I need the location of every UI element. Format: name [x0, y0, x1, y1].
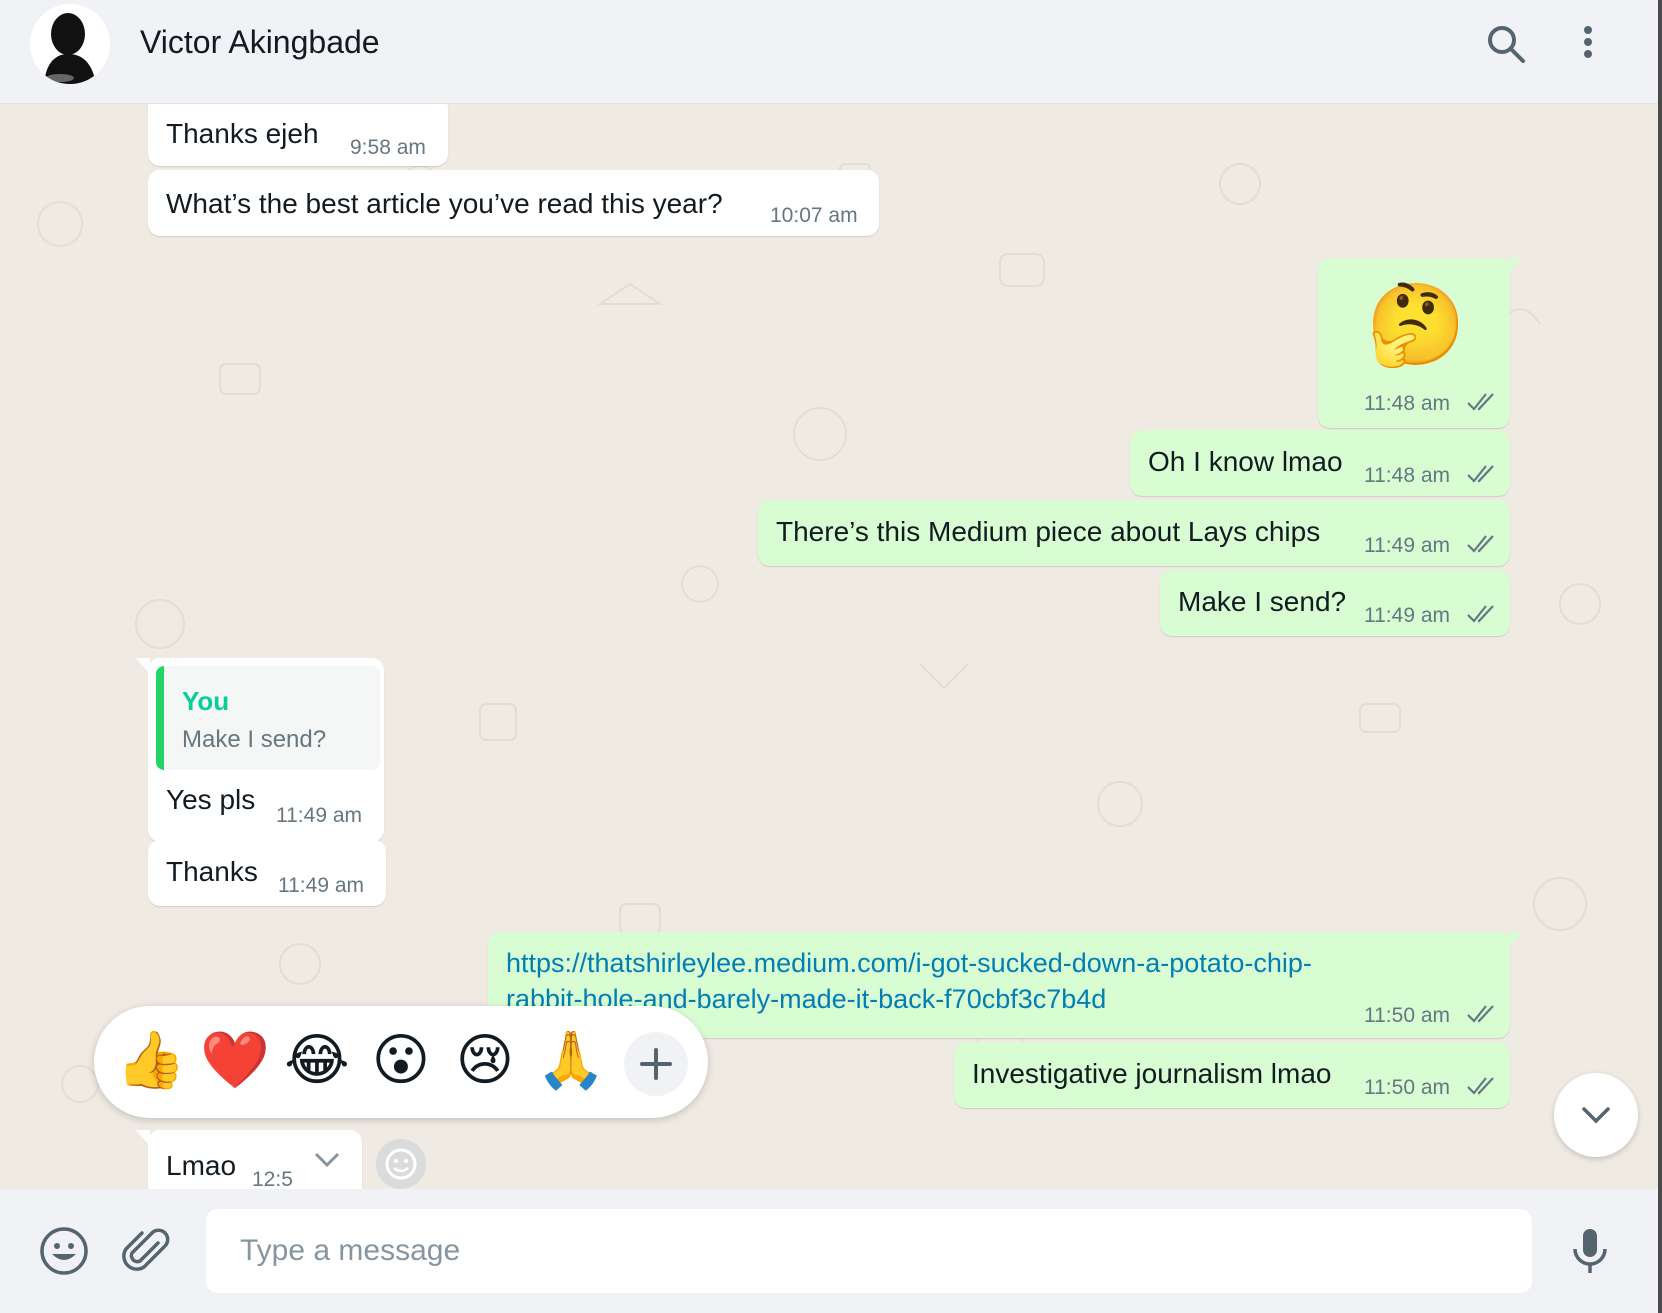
bubble-tail — [1508, 258, 1522, 274]
message-input[interactable] — [206, 1209, 1532, 1293]
outgoing-message[interactable]: Make I send? 11:49 am — [1160, 570, 1510, 636]
contact-name[interactable]: Victor Akingbade — [140, 24, 380, 61]
message-composer — [0, 1189, 1658, 1313]
reaction-cry[interactable]: 😢 — [452, 1028, 518, 1094]
reaction-surprised[interactable]: 😮 — [368, 1028, 434, 1094]
message-text: What’s the best article you’ve read this… — [166, 188, 723, 219]
chevron-down-icon[interactable] — [312, 1148, 342, 1172]
more-reactions-button[interactable] — [624, 1032, 688, 1096]
message-time: 11:49 am — [1364, 604, 1450, 627]
message-time: 11:49 am — [276, 804, 362, 827]
message-link[interactable]: https://thatshirleylee.medium.com/i-got-… — [506, 948, 1312, 979]
read-ticks-icon — [1467, 605, 1494, 623]
add-reaction-button[interactable] — [376, 1139, 426, 1189]
reaction-pray[interactable]: 🙏 — [536, 1028, 606, 1094]
read-ticks-icon — [1467, 1005, 1494, 1023]
message-text: Make I send? — [1178, 586, 1347, 617]
bubble-tail — [1508, 932, 1522, 948]
outgoing-message[interactable]: There’s this Medium piece about Lays chi… — [758, 500, 1510, 566]
bubble-tail — [136, 1130, 150, 1146]
message-time: 10:07 am — [770, 204, 858, 227]
message-time: 11:50 am — [1364, 1076, 1450, 1099]
chat-window: Victor Akingbade Thanks ejeh 9:58 am Wha… — [0, 0, 1658, 1313]
read-ticks-icon — [1467, 393, 1494, 411]
message-time: 11:48 am — [1364, 464, 1450, 487]
reaction-heart[interactable]: ❤️ — [200, 1028, 270, 1094]
quote-author: You — [182, 686, 230, 716]
message-text: Oh I know lmao — [1148, 446, 1343, 477]
microphone-icon[interactable] — [1564, 1225, 1616, 1277]
contact-avatar[interactable] — [30, 4, 110, 84]
message-text: Yes pls — [166, 784, 256, 815]
incoming-message[interactable]: Lmao 12:5 — [136, 1130, 362, 1189]
reaction-laugh[interactable]: 😂 — [284, 1028, 350, 1094]
quote-text: Make I send? — [182, 726, 327, 753]
message-text: Investigative journalism lmao — [972, 1058, 1332, 1089]
plus-icon — [640, 1048, 672, 1080]
outgoing-message[interactable]: Oh I know lmao 11:48 am — [1130, 430, 1510, 496]
quoted-message[interactable]: You Make I send? — [156, 666, 380, 770]
emoji-icon[interactable] — [38, 1225, 90, 1277]
read-ticks-icon — [1467, 1077, 1494, 1095]
message-time: 11:48 am — [1364, 392, 1450, 415]
chat-header: Victor Akingbade — [0, 0, 1658, 104]
message-text: There’s this Medium piece about Lays chi… — [776, 516, 1321, 547]
message-time: 11:49 am — [278, 874, 364, 897]
chevron-down-icon — [1582, 1107, 1610, 1124]
message-time: 11:50 am — [1364, 1004, 1450, 1027]
message-time: 12:5 — [252, 1168, 293, 1189]
message-time: 9:58 am — [350, 136, 426, 159]
smiley-icon — [385, 1148, 417, 1180]
reaction-thumbs-up[interactable]: 👍 — [116, 1028, 186, 1094]
incoming-message[interactable]: What’s the best article you’ve read this… — [148, 170, 879, 236]
incoming-message[interactable]: Thanks 11:49 am — [148, 840, 386, 906]
scroll-to-bottom-button[interactable] — [1554, 1073, 1638, 1157]
search-icon[interactable] — [1484, 22, 1528, 66]
message-emoji: 🤔 — [1366, 278, 1466, 371]
outgoing-message[interactable]: 🤔 11:48 am — [1318, 258, 1522, 428]
menu-dots-icon[interactable] — [1566, 22, 1610, 66]
reaction-picker: 👍 ❤️ 😂 😮 😢 🙏 — [94, 1006, 708, 1118]
message-text: Lmao — [166, 1150, 237, 1181]
window-edge — [1658, 0, 1662, 1313]
message-text: Thanks — [166, 856, 258, 887]
read-ticks-icon — [1467, 465, 1494, 483]
message-text: Thanks ejeh — [166, 118, 319, 149]
bubble-tail — [136, 658, 150, 674]
outgoing-message[interactable]: Investigative journalism lmao 11:50 am — [954, 1042, 1510, 1108]
read-ticks-icon — [1467, 535, 1494, 553]
attach-icon[interactable] — [120, 1225, 172, 1277]
incoming-reply-message[interactable]: You Make I send? Yes pls 11:49 am — [136, 658, 384, 842]
message-time: 11:49 am — [1364, 534, 1450, 557]
incoming-message[interactable]: Thanks ejeh 9:58 am — [148, 104, 448, 166]
